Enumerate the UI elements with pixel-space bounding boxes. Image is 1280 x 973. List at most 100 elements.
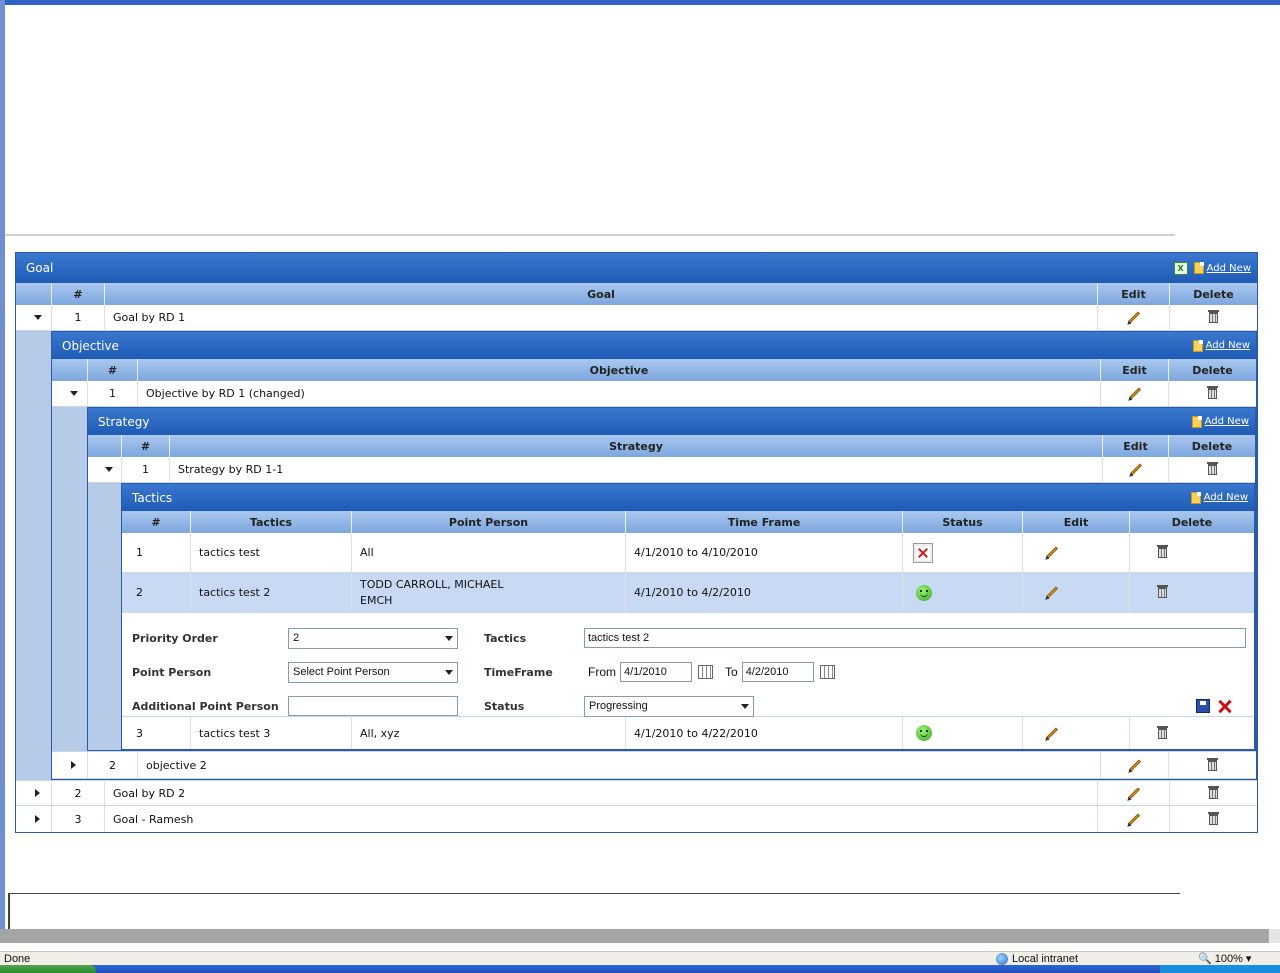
expand-button[interactable] — [52, 752, 87, 778]
goal-num-header[interactable]: # — [51, 283, 104, 305]
tactics-delete-header: Delete — [1129, 511, 1254, 533]
strategy-add-new-button[interactable]: Add New — [1191, 415, 1249, 428]
expand-button[interactable] — [16, 806, 51, 832]
edit-button[interactable] — [1097, 305, 1169, 330]
chevron-down-icon — [741, 703, 749, 709]
from-label: From — [588, 665, 616, 679]
point-person-label: Point Person — [132, 665, 212, 679]
tactics-num: 1 — [136, 546, 143, 559]
delete-button[interactable] — [1169, 781, 1257, 805]
cancel-icon[interactable] — [1218, 699, 1232, 713]
strategy-delete-header: Delete — [1168, 435, 1255, 457]
additional-point-person-input[interactable] — [288, 696, 458, 716]
edit-button[interactable] — [1022, 573, 1129, 612]
tactics-name-header[interactable]: Tactics — [190, 511, 351, 533]
collapse-button[interactable] — [88, 457, 121, 482]
point-person-header[interactable]: Point Person — [351, 511, 625, 533]
edit-button[interactable] — [1097, 781, 1169, 805]
goal-row[interactable]: 1 Goal by RD 1 — [16, 305, 1257, 331]
objective-delete-header: Delete — [1168, 359, 1256, 381]
time-frame: 4/1/2010 to 4/2/2010 — [625, 573, 902, 612]
security-zone[interactable]: Local intranet — [996, 952, 1079, 965]
strategy-add-new-label[interactable]: Add New — [1205, 416, 1249, 427]
tactics-add-new-label[interactable]: Add New — [1204, 492, 1248, 503]
status-text: Done — [4, 952, 31, 965]
edit-button[interactable] — [1022, 533, 1129, 572]
collapse-button[interactable] — [16, 305, 51, 330]
pencil-icon — [1129, 463, 1142, 476]
delete-button[interactable] — [1169, 305, 1257, 330]
header-separator — [5, 234, 1175, 236]
expand-arrow-icon — [35, 789, 40, 797]
objective-row[interactable]: 2 objective 2 — [52, 751, 1256, 779]
time-frame-header[interactable]: Time Frame — [625, 511, 902, 533]
strategy-name-header[interactable]: Strategy — [169, 435, 1102, 457]
objective-row[interactable]: 1 Objective by RD 1 (changed) — [52, 381, 1256, 407]
pencil-icon — [1045, 586, 1059, 599]
horizontal-scrollbar[interactable] — [0, 929, 1268, 943]
to-label: To — [725, 665, 738, 679]
collapse-button[interactable] — [52, 381, 87, 406]
strategy-num-header[interactable]: # — [121, 435, 169, 457]
zoom-level: 100% — [1214, 952, 1243, 965]
status-select[interactable]: Progressing — [584, 695, 754, 717]
edit-button[interactable] — [1102, 457, 1168, 482]
trash-icon — [1157, 585, 1168, 598]
to-date-input[interactable]: 4/2/2010 — [741, 662, 814, 682]
calendar-icon[interactable] — [698, 665, 713, 679]
form-row: Additional Point Person Status Progressi… — [132, 689, 1254, 723]
tactics-row-selected[interactable]: 2 tactics test 2 TODD CARROLL, MICHAEL E… — [122, 573, 1254, 613]
zoom-control[interactable]: 🔍 100% ▾ — [1198, 952, 1251, 966]
collapse-arrow-icon — [69, 391, 78, 396]
start-button[interactable] — [0, 965, 96, 973]
point-person-select-value: Select Point Person — [293, 666, 390, 678]
new-page-icon — [1192, 339, 1203, 352]
delete-button[interactable] — [1168, 457, 1255, 482]
point-person-select[interactable]: Select Point Person — [288, 661, 458, 683]
tactics-num-header[interactable]: # — [122, 511, 190, 533]
from-date-input[interactable]: 4/1/2010 — [620, 662, 692, 682]
edit-button[interactable] — [1097, 806, 1169, 832]
window-left-border — [0, 0, 5, 930]
status-select-value: Progressing — [589, 700, 648, 712]
edit-button[interactable] — [1100, 752, 1168, 778]
goal-detail: Objective Add New # Objective Edit Delet… — [16, 331, 1257, 780]
delete-button[interactable] — [1129, 573, 1254, 612]
pencil-icon — [1128, 387, 1141, 400]
goal-add-new-label[interactable]: Add New — [1207, 263, 1251, 274]
objective-num-header[interactable]: # — [87, 359, 137, 381]
system-tray — [1160, 965, 1280, 973]
goal-row[interactable]: 3 Goal - Ramesh — [16, 806, 1257, 832]
zone-label: Local intranet — [1012, 952, 1079, 965]
objective-add-new-label[interactable]: Add New — [1206, 340, 1250, 351]
tactics-row[interactable]: 1 tactics test All 4/1/2010 to 4/10/2010 — [122, 533, 1254, 573]
delete-button[interactable] — [1129, 533, 1254, 572]
delete-button[interactable] — [1168, 752, 1256, 778]
expand-arrow-icon — [35, 815, 40, 823]
excel-export-icon[interactable]: X — [1173, 261, 1188, 275]
calendar-icon[interactable] — [819, 665, 835, 679]
x-icon — [913, 542, 933, 563]
tactics-add-new-button[interactable]: Add New — [1190, 491, 1248, 504]
delete-button[interactable] — [1168, 381, 1256, 406]
strategy-row[interactable]: 1 Strategy by RD 1-1 — [88, 457, 1255, 483]
expand-column-header — [52, 359, 87, 381]
goal-name-header[interactable]: Goal — [104, 283, 1097, 305]
save-icon[interactable] — [1196, 699, 1210, 713]
goal-add-new-button[interactable]: Add New — [1193, 262, 1251, 274]
trash-icon — [1157, 545, 1168, 558]
goal-delete-header: Delete — [1169, 283, 1257, 305]
delete-button[interactable] — [1169, 806, 1257, 832]
goal-row[interactable]: 2 Goal by RD 2 — [16, 780, 1257, 806]
status-header[interactable]: Status — [902, 511, 1022, 533]
objective-name-header[interactable]: Objective — [137, 359, 1100, 381]
chevron-down-icon — [445, 669, 453, 675]
goal-name: Goal by RD 2 — [104, 781, 1097, 805]
tactics-input[interactable]: tactics test 2 — [584, 628, 1246, 648]
objective-add-new-button[interactable]: Add New — [1192, 339, 1250, 352]
edit-button[interactable] — [1100, 381, 1168, 406]
pencil-icon — [1045, 726, 1059, 740]
expand-button[interactable] — [16, 781, 51, 805]
priority-order-select[interactable]: 2 — [288, 627, 458, 649]
smiley-icon — [916, 584, 932, 601]
